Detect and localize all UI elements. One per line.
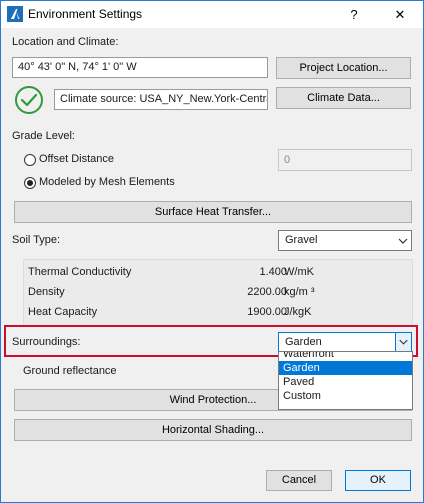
soil-properties-panel: Thermal Conductivity 1.400 W/mK Density … [23, 259, 413, 326]
window-title: Environment Settings [28, 7, 143, 21]
climate-source-field: Climate source: USA_NY_New.York-Central.… [54, 89, 268, 110]
modeled-by-mesh-radio[interactable] [24, 177, 36, 189]
archicad-app-icon [7, 6, 23, 22]
location-climate-label: Location and Climate: [12, 36, 119, 48]
soil-type-value: Gravel [285, 234, 318, 246]
property-value: 1900.00 [247, 306, 287, 318]
grade-level-label: Grade Level: [12, 130, 75, 142]
surroundings-dropdown-list: Waterfront Garden Paved Custom [278, 351, 413, 410]
dropdown-option-custom[interactable]: Custom [279, 389, 412, 403]
offset-distance-radio[interactable] [24, 154, 36, 166]
property-name: Thermal Conductivity [28, 266, 132, 278]
horizontal-shading-button[interactable]: Horizontal Shading... [14, 419, 412, 441]
radio-selected-dot [27, 180, 33, 186]
help-button[interactable]: ? [331, 1, 377, 28]
offset-distance-field[interactable]: 0 [278, 149, 412, 171]
chevron-down-icon [398, 238, 408, 244]
ok-button[interactable]: OK [345, 470, 411, 491]
project-location-button[interactable]: Project Location... [276, 57, 411, 79]
property-unit: kg/m ³ [284, 286, 315, 298]
title-bar: Environment Settings ? ✕ [1, 1, 423, 28]
dropdown-option-garden[interactable]: Garden [279, 361, 412, 375]
property-value: 1.400 [259, 266, 287, 278]
soil-type-select[interactable]: Gravel [278, 230, 412, 251]
check-circle-icon [15, 86, 43, 114]
soil-property-row: Density 2200.00 kg/m ³ [24, 286, 414, 302]
dropdown-option-paved[interactable]: Paved [279, 375, 412, 389]
property-name: Heat Capacity [28, 306, 98, 318]
climate-data-button[interactable]: Climate Data... [276, 87, 411, 109]
close-button[interactable]: ✕ [377, 1, 423, 28]
soil-property-row: Thermal Conductivity 1.400 W/mK [24, 266, 414, 282]
dropdown-option-waterfront[interactable]: Waterfront [279, 352, 412, 361]
soil-type-label: Soil Type: [12, 234, 61, 246]
coordinates-field[interactable]: 40° 43' 0" N, 74° 1' 0" W [12, 57, 268, 78]
property-unit: W/mK [284, 266, 314, 278]
surface-heat-transfer-button[interactable]: Surface Heat Transfer... [14, 201, 412, 223]
modeled-by-mesh-label[interactable]: Modeled by Mesh Elements [39, 176, 175, 188]
property-unit: J/kgK [284, 306, 312, 318]
environment-settings-dialog: Environment Settings ? ✕ Location and Cl… [0, 0, 424, 503]
offset-distance-label[interactable]: Offset Distance [39, 153, 114, 165]
property-name: Density [28, 286, 65, 298]
ground-reflectance-label: Ground reflectance [23, 365, 117, 377]
property-value: 2200.00 [247, 286, 287, 298]
cancel-button[interactable]: Cancel [266, 470, 332, 491]
soil-property-row: Heat Capacity 1900.00 J/kgK [24, 306, 414, 322]
